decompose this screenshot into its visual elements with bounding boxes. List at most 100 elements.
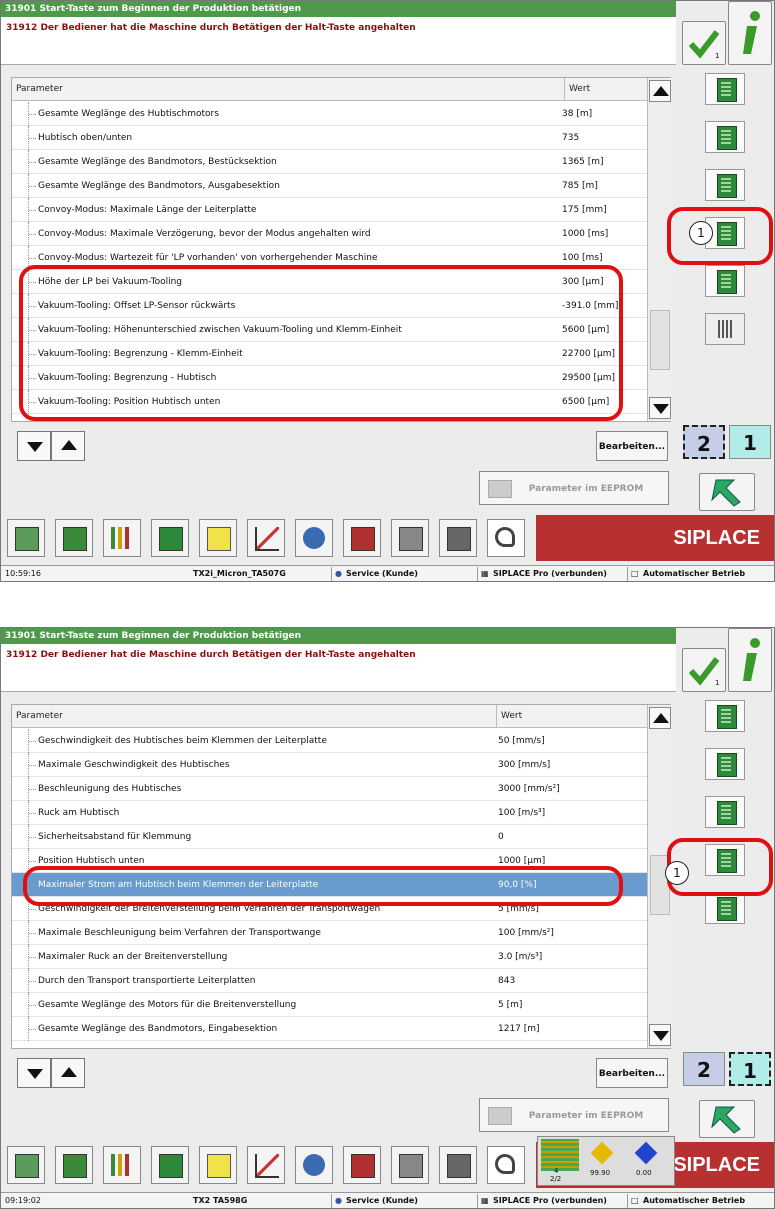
status-machine: TX2 TA598G (193, 1196, 248, 1205)
status-machine: TX2i_Micron_TA507G (193, 569, 286, 578)
toolbar-button-feeder-stack[interactable] (7, 1146, 45, 1184)
toolbar-button-camera[interactable] (295, 519, 333, 557)
edit-button[interactable]: Bearbeiten... (596, 431, 668, 461)
toolbar-button-bar-chart[interactable] (103, 519, 141, 557)
table-row[interactable]: Durch den Transport transportierte Leite… (12, 969, 647, 993)
scroll-up-button[interactable] (649, 80, 671, 102)
table-row[interactable]: Gesamte Weglänge des Motors für die Brei… (12, 993, 647, 1017)
user-icon: ● (335, 569, 342, 578)
parameter-name: Durch den Transport transportierte Leite… (38, 976, 256, 986)
table-row[interactable]: Gesamte Weglänge des Bandmotors, Eingabe… (12, 1017, 647, 1041)
toolbar-button-hand-gear[interactable] (391, 519, 429, 557)
highlight-selected-row (23, 866, 623, 906)
oil-can-icon (447, 1154, 471, 1178)
side-button-transport[interactable] (682, 792, 772, 832)
side-button-board-settings[interactable] (682, 696, 772, 736)
page-2-button[interactable]: 2 (683, 425, 725, 459)
arrow-back-icon (711, 479, 741, 507)
column-header-value[interactable]: Wert (496, 705, 522, 727)
side-button-gears[interactable] (682, 261, 772, 301)
row-down-button[interactable] (17, 1058, 51, 1088)
side-button-conveyor[interactable] (682, 744, 772, 784)
edit-button[interactable]: Bearbeiten... (596, 1058, 668, 1088)
return-button[interactable] (699, 473, 755, 511)
toolbar-button-line-chart[interactable] (247, 519, 285, 557)
toolbar-button-board[interactable] (151, 519, 189, 557)
save-eeprom-button[interactable]: Parameter im EEPROM speichern (479, 471, 669, 528)
table-row[interactable]: Convoy-Modus: Maximale Länge der Leiterp… (12, 198, 647, 222)
row-down-button[interactable] (17, 431, 51, 461)
page-2-button[interactable]: 2 (683, 1052, 725, 1086)
toolbar-button-board[interactable] (151, 1146, 189, 1184)
table-row[interactable]: Gesamte Weglänge des Bandmotors, Bestück… (12, 150, 647, 174)
table-row[interactable]: Beschleunigung des Hubtisches 3000 [mm/s²… (12, 777, 647, 801)
toolbar-button-warning-doc[interactable] (199, 1146, 237, 1184)
message-box: 31912 Der Bediener hat die Maschine durc… (1, 644, 676, 692)
toolbar-button-nozzle[interactable] (343, 1146, 381, 1184)
page-1-button[interactable]: 1 (729, 425, 771, 459)
confirm-button[interactable]: 1 (682, 648, 726, 692)
toolbar-button-wrench[interactable] (487, 1146, 525, 1184)
row-up-button[interactable] (51, 431, 85, 461)
table-row[interactable]: Convoy-Modus: Maximale Verzögerung, bevo… (12, 222, 647, 246)
toolbar-button-wrench[interactable] (487, 519, 525, 557)
page-1-button[interactable]: 1 (729, 1052, 771, 1086)
toolbar-button-nozzle[interactable] (343, 519, 381, 557)
status-mini-panel: 4 2/2 99.90 0.00 (537, 1136, 675, 1186)
return-button[interactable] (699, 1100, 755, 1138)
column-header-parameter[interactable]: Parameter (16, 705, 63, 727)
table-row[interactable]: Gesamte Weglänge des Bandmotors, Ausgabe… (12, 174, 647, 198)
mini-value-d: 0.00 (636, 1169, 652, 1177)
table-row[interactable]: Gesamte Weglänge des Hubtischmotors 38 [m… (12, 102, 647, 126)
scroll-down-button[interactable] (649, 1024, 671, 1046)
camera-icon (303, 527, 325, 549)
toolbar-button-grid[interactable] (55, 519, 93, 557)
side-button-transport[interactable] (682, 165, 772, 205)
table-row[interactable]: Maximaler Ruck an der Breitenverstellung… (12, 945, 647, 969)
table-row[interactable]: Ruck am Hubtisch 100 [m/s³] (12, 801, 647, 825)
gears-icon (717, 897, 737, 921)
status-mode: Automatischer Betrieb (643, 569, 746, 578)
toolbar-button-bar-chart[interactable] (103, 1146, 141, 1184)
side-button-board-settings[interactable] (682, 69, 772, 109)
parameter-name: Maximale Geschwindigkeit des Hubtisches (38, 760, 230, 770)
scroll-down-button[interactable] (649, 397, 671, 419)
parameter-value: 1000 [ms] (562, 229, 609, 239)
gears-icon (717, 270, 737, 294)
toolbar-button-oil-can[interactable] (439, 519, 477, 557)
status-connection: SIPLACE Pro (verbunden) (493, 569, 607, 578)
confirm-button[interactable]: 1 (682, 21, 726, 65)
table-row[interactable]: Maximale Geschwindigkeit des Hubtisches 3… (12, 753, 647, 777)
toolbar-button-line-chart[interactable] (247, 1146, 285, 1184)
column-header-value[interactable]: Wert (564, 78, 590, 100)
table-row[interactable]: Sicherheitsabstand für Klemmung 0 (12, 825, 647, 849)
row-up-button[interactable] (51, 1058, 85, 1088)
toolbar-button-hand-gear[interactable] (391, 1146, 429, 1184)
mode-icon: □ (631, 1196, 639, 1205)
info-button[interactable] (728, 1, 772, 65)
scroll-up-button[interactable] (649, 707, 671, 729)
info-icon (743, 11, 760, 54)
table-row[interactable]: Maximale Beschleunigung beim Verfahren d… (12, 921, 647, 945)
info-button[interactable] (728, 628, 772, 692)
parameter-name: Convoy-Modus: Maximale Verzögerung, bevo… (38, 229, 371, 239)
table-row[interactable]: Hubtisch oben/unten 735 (12, 126, 647, 150)
toolbar-button-oil-can[interactable] (439, 1146, 477, 1184)
message-box: 31912 Der Bediener hat die Maschine durc… (1, 17, 676, 65)
side-button-conveyor[interactable] (682, 117, 772, 157)
board-wrench-icon (717, 705, 737, 729)
side-button-keypad[interactable] (682, 309, 772, 349)
toolbar-button-warning-doc[interactable] (199, 519, 237, 557)
toolbar-button-feeder-stack[interactable] (7, 519, 45, 557)
parameter-value: 100 [mm/s²] (498, 928, 554, 938)
toolbar-button-camera[interactable] (295, 1146, 333, 1184)
scroll-thumb[interactable] (650, 310, 670, 370)
table-row[interactable]: Geschwindigkeit des Hubtisches beim Klem… (12, 729, 647, 753)
save-eeprom-button[interactable]: Parameter im EEPROM speichern (479, 1098, 669, 1155)
board-icon (159, 1154, 183, 1178)
wrench-icon (495, 527, 515, 547)
toolbar-button-grid[interactable] (55, 1146, 93, 1184)
column-header-parameter[interactable]: Parameter (16, 78, 63, 100)
highlight-side-button (667, 207, 773, 265)
status-time: 09:19:02 (5, 1196, 41, 1205)
